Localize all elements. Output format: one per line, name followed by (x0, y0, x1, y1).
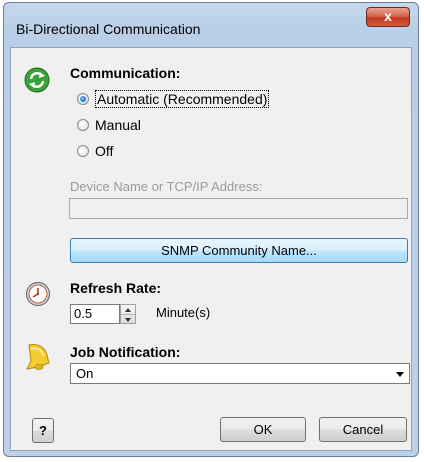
chevron-down-icon (396, 372, 404, 377)
radio-button[interactable] (77, 93, 89, 105)
refresh-rate-input[interactable]: 0.5 (70, 304, 120, 324)
chevron-down-icon (125, 317, 131, 322)
dialog-body: Communication: Automatic (Recommended) M… (10, 47, 412, 451)
radio-button[interactable] (77, 145, 89, 157)
device-address-input[interactable] (69, 198, 408, 219)
job-notification-select[interactable]: On (70, 363, 410, 384)
close-button[interactable]: x (366, 7, 410, 27)
dialog-window: Bi-Directional Communication x Communica… (3, 2, 419, 457)
spin-up-button[interactable] (121, 305, 135, 314)
ok-button[interactable]: OK (220, 417, 306, 442)
communication-label: Communication: (70, 65, 181, 81)
radio-manual-label: Manual (95, 117, 141, 133)
chevron-up-icon (125, 307, 131, 312)
job-notification-label: Job Notification: (70, 344, 181, 360)
radio-automatic-label: Automatic (Recommended) (95, 90, 270, 108)
snmp-community-button[interactable]: SNMP Community Name... (70, 238, 408, 263)
job-notification-value: On (76, 366, 94, 381)
radio-manual[interactable]: Manual (77, 116, 141, 134)
close-icon: x (384, 8, 392, 24)
radio-off-label: Off (95, 143, 114, 159)
refresh-rate-spinner[interactable] (120, 304, 136, 324)
bell-icon (23, 341, 51, 376)
radio-automatic[interactable]: Automatic (Recommended) (77, 90, 270, 108)
device-field-label: Device Name or TCP/IP Address: (70, 179, 263, 194)
refresh-rate-label: Refresh Rate: (70, 280, 162, 296)
radio-button[interactable] (77, 119, 89, 131)
window-title: Bi-Directional Communication (16, 21, 201, 37)
help-button[interactable]: ? (32, 418, 54, 443)
refresh-unit-label: Minute(s) (156, 305, 211, 320)
spin-down-button[interactable] (121, 314, 135, 324)
radio-off[interactable]: Off (77, 142, 113, 160)
cancel-button[interactable]: Cancel (319, 417, 407, 442)
clock-icon (25, 281, 51, 312)
refresh-arrows-icon (23, 66, 51, 99)
